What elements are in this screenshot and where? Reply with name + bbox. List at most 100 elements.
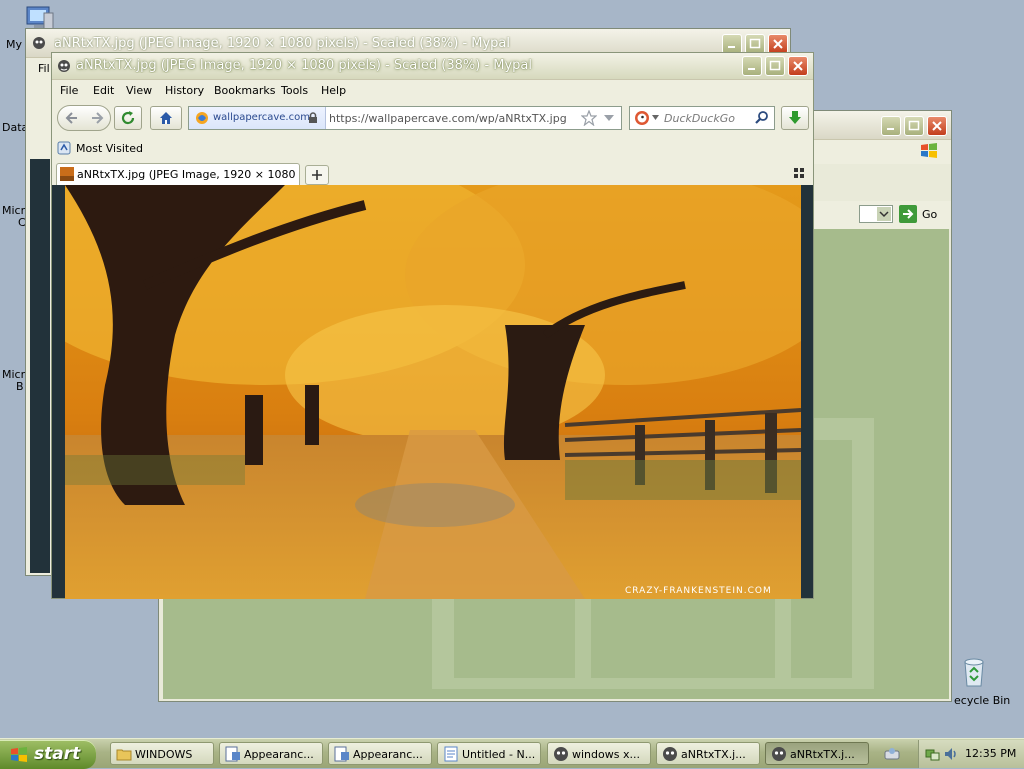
download-button[interactable] <box>781 106 809 130</box>
url-text: https://wallpapercave.com/wp/aNRtxTX.jpg <box>329 112 567 125</box>
search-placeholder: DuckDuckGo <box>664 112 735 125</box>
task-anrtxtx-2[interactable]: aNRtxTX.j... <box>765 742 869 765</box>
background-window-left-menu[interactable]: Fil <box>38 62 50 75</box>
tray-volume-icon[interactable] <box>943 746 959 762</box>
lock-icon <box>309 112 317 123</box>
main-window-titlebar[interactable]: aNRtxTX.jpg (JPEG Image, 1920 × 1080 pix… <box>52 53 813 80</box>
recycle-bin-label: ecycle Bin <box>954 694 1011 707</box>
menu-bookmarks[interactable]: Bookmarks <box>214 84 275 97</box>
main-browser-window[interactable]: aNRtxTX.jpg (JPEG Image, 1920 × 1080 pix… <box>51 52 814 599</box>
recycle-bin-icon[interactable] <box>958 656 990 688</box>
tab-thumbnail-icon <box>60 167 74 181</box>
tray-network-icon[interactable] <box>925 746 941 762</box>
close-button-right-window[interactable] <box>927 116 947 136</box>
mypal-logo-icon <box>58 60 70 72</box>
bookmarks-toolbar: Most Visited <box>52 138 813 160</box>
main-window-title: aNRtxTX.jpg (JPEG Image, 1920 × 1080 pix… <box>76 58 533 73</box>
menu-file[interactable]: File <box>60 84 78 97</box>
minimize-button[interactable] <box>742 56 762 76</box>
site-identity-block[interactable]: wallpapercave.com <box>189 107 326 129</box>
display-properties-icon <box>334 746 349 762</box>
task-appearance-2[interactable]: Appearanc... <box>328 742 432 765</box>
task-label: Appearanc... <box>353 748 423 761</box>
most-visited-link[interactable]: Most Visited <box>76 142 143 155</box>
task-windows-x[interactable]: windows x... <box>547 742 651 765</box>
menu-edit[interactable]: Edit <box>93 84 114 97</box>
task-label: aNRtxTX.j... <box>681 748 746 761</box>
url-bar[interactable]: wallpapercave.com https://wallpapercave.… <box>188 106 622 130</box>
folder-icon <box>116 749 132 761</box>
menu-bar: File Edit View History Bookmarks Tools H… <box>52 80 813 102</box>
tab-strip: aNRtxTX.jpg (JPEG Image, 1920 × 1080 pix… <box>52 161 813 185</box>
minimize-icon <box>748 68 755 70</box>
background-window-left-title: aNRtxTX.jpg (JPEG Image, 1920 × 1080 pix… <box>54 36 511 51</box>
task-label: windows x... <box>572 748 640 761</box>
home-button[interactable] <box>150 106 182 130</box>
plus-icon <box>312 170 322 180</box>
task-notepad[interactable]: Untitled - N... <box>437 742 541 765</box>
mypal-logo-icon <box>663 747 677 761</box>
back-arrow-icon <box>65 112 77 124</box>
clock: 12:35 PM <box>965 747 1017 760</box>
minimize-icon <box>728 46 735 48</box>
back-forward-button[interactable] <box>57 105 111 131</box>
forward-arrow-icon <box>92 112 104 124</box>
reload-button[interactable] <box>114 106 142 130</box>
new-tab-button[interactable] <box>305 165 329 185</box>
close-button-left-window[interactable] <box>768 34 788 54</box>
navigation-toolbar: wallpapercave.com https://wallpapercave.… <box>52 102 813 136</box>
desktop-icon-label-b: B <box>16 380 24 393</box>
right-window-dropdown[interactable] <box>859 205 893 223</box>
maximize-button-right-window[interactable] <box>904 116 924 136</box>
mypal-logo-icon <box>772 747 786 761</box>
maximize-icon <box>749 38 761 49</box>
tab-list-icon[interactable] <box>794 168 804 178</box>
taskbar: start WINDOWS Appearanc... Appearanc... … <box>0 738 1024 769</box>
go-arrow-icon <box>899 205 917 223</box>
tab-image[interactable]: aNRtxTX.jpg (JPEG Image, 1920 × 1080 pix… <box>56 163 300 185</box>
close-icon <box>773 39 783 49</box>
close-button[interactable] <box>788 56 808 76</box>
home-icon <box>160 112 172 124</box>
mypal-logo-icon <box>33 37 45 49</box>
task-appearance-1[interactable]: Appearanc... <box>219 742 323 765</box>
chevron-down-icon <box>877 207 891 221</box>
bookmark-star-icon[interactable] <box>581 110 597 126</box>
close-icon <box>932 121 942 131</box>
background-window-left-content <box>30 159 50 573</box>
search-icon[interactable] <box>754 110 770 126</box>
notepad-icon <box>444 746 458 762</box>
maximize-button[interactable] <box>765 56 785 76</box>
go-button[interactable]: Go <box>899 205 943 223</box>
autumn-road-photo[interactable]: CRAZY-FRANKENSTEIN.COM <box>65 185 801 599</box>
task-label: WINDOWS <box>135 748 193 761</box>
menu-help[interactable]: Help <box>321 84 346 97</box>
site-favicon-icon <box>196 112 208 124</box>
close-icon <box>793 61 803 71</box>
reload-icon <box>121 111 135 125</box>
menu-history[interactable]: History <box>165 84 204 97</box>
minimize-button-right-window[interactable] <box>881 116 901 136</box>
duckduckgo-icon <box>635 111 649 125</box>
task-windows-folder[interactable]: WINDOWS <box>110 742 214 765</box>
search-engine-dropdown-icon[interactable] <box>652 115 659 120</box>
start-label: start <box>34 744 81 764</box>
task-label: Appearanc... <box>244 748 314 761</box>
most-visited-icon <box>57 141 71 155</box>
tab-label: aNRtxTX.jpg (JPEG Image, 1920 × 1080 pix… <box>77 168 299 181</box>
quick-launch-icon[interactable] <box>883 745 901 763</box>
system-tray: 12:35 PM <box>918 740 1024 768</box>
menu-tools[interactable]: Tools <box>281 84 308 97</box>
photo-watermark: CRAZY-FRANKENSTEIN.COM <box>625 586 772 596</box>
download-arrow-icon <box>789 111 801 124</box>
maximize-button-left-window[interactable] <box>745 34 765 54</box>
url-dropdown-icon[interactable] <box>603 113 615 123</box>
start-button[interactable]: start <box>0 740 96 769</box>
search-bar[interactable]: DuckDuckGo <box>629 106 775 130</box>
menu-view[interactable]: View <box>126 84 152 97</box>
task-anrtxtx-1[interactable]: aNRtxTX.j... <box>656 742 760 765</box>
minimize-button-left-window[interactable] <box>722 34 742 54</box>
task-label: aNRtxTX.j... <box>790 748 855 761</box>
go-label: Go <box>922 208 938 221</box>
maximize-icon <box>769 60 781 71</box>
